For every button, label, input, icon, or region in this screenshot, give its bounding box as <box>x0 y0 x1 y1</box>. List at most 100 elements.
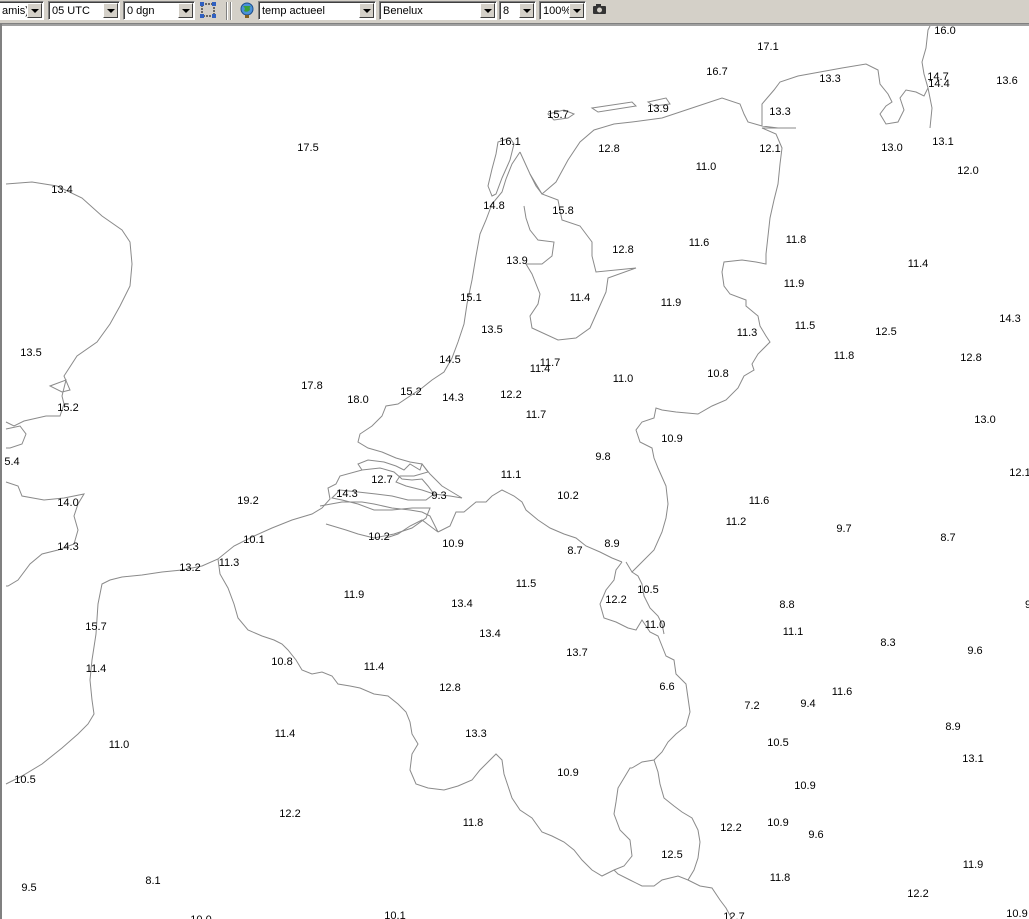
station-temperature-label: 12.2 <box>720 822 741 834</box>
station-temperature-label: 11.9 <box>963 859 984 871</box>
station-temperature-label: 12.8 <box>598 143 619 155</box>
station-temperature-label: 12.8 <box>960 352 981 364</box>
station-temperature-label: 8.7 <box>940 532 955 544</box>
station-temperature-label: 11.1 <box>501 469 522 481</box>
parameter-select[interactable]: temp actueel <box>258 1 376 20</box>
station-temperature-label: 11.0 <box>109 739 130 751</box>
station-temperature-label: 9.5 <box>21 882 36 894</box>
station-temperature-label: 10.9 <box>442 538 463 550</box>
station-temperature-label: 12.1 <box>759 143 780 155</box>
ijsselmeer-coast <box>523 173 637 341</box>
chevron-down-icon[interactable] <box>569 3 584 18</box>
chevron-down-icon[interactable] <box>178 3 193 18</box>
station-temperature-label: 9.7 <box>836 523 851 535</box>
station-temperature-label: 11.1 <box>783 626 804 638</box>
station-temperature-label: 8.7 <box>567 545 582 557</box>
station-temperature-label: 10.0 <box>190 914 211 919</box>
model-select[interactable]: amis) <box>0 1 44 20</box>
luxembourg-border <box>613 759 701 887</box>
station-temperature-label: 16.7 <box>706 66 727 78</box>
station-temperature-label: 10.9 <box>794 780 815 792</box>
station-temperature-label: 15.2 <box>400 386 421 398</box>
station-temperature-label: 14.0 <box>57 497 78 509</box>
station-temperature-label: 12.7 <box>371 474 392 486</box>
station-temperature-label: 11.0 <box>645 619 666 631</box>
station-temperature-label: 13.2 <box>179 562 200 574</box>
station-temperature-label: 15.8 <box>552 205 573 217</box>
station-temperature-label: 11.9 <box>661 297 682 309</box>
station-temperature-label: 11.6 <box>749 495 770 507</box>
station-temperature-label: 14.4 <box>928 78 949 90</box>
station-temperature-label: 9.6 <box>808 829 823 841</box>
station-temperature-label: 11.8 <box>770 872 791 884</box>
station-temperature-label: 16.0 <box>934 25 955 37</box>
station-temperature-label: 11.8 <box>786 234 807 246</box>
chevron-down-icon[interactable] <box>480 3 495 18</box>
station-temperature-label: 11.3 <box>219 557 240 569</box>
day-select[interactable]: 0 dgn <box>123 1 195 20</box>
map-view[interactable]: 16.0 17.1 16.7 13.3 14.7 14.4 13.6 15.7 13.9 13.3… <box>0 24 1029 919</box>
england-coastline <box>5 181 133 427</box>
be-nl-border <box>437 489 623 563</box>
station-temperature-label: 10.9 <box>661 433 682 445</box>
station-temperature-label: 9.3 <box>431 490 446 502</box>
station-temperature-label: 11.7 <box>526 409 547 421</box>
chevron-down-icon[interactable] <box>359 3 374 18</box>
chevron-down-icon[interactable] <box>27 3 42 18</box>
station-temperature-label: 11.9 <box>784 278 805 290</box>
station-temperature-label: 11.4 <box>275 728 296 740</box>
station-temperature-label: 13.6 <box>996 75 1017 87</box>
station-temperature-label: 17.5 <box>297 142 318 154</box>
station-temperature-label: 11.2 <box>726 516 747 528</box>
zoom-select[interactable]: 100% <box>539 1 586 20</box>
toolbar: amis) 05 UTC 0 dgn temp actueel Benelux <box>0 0 1029 24</box>
station-temperature-label: 11.5 <box>795 320 816 332</box>
station-temperature-label: 11.9 <box>344 589 365 601</box>
globe-button[interactable] <box>237 1 257 20</box>
station-temperature-label: 16.1 <box>499 136 520 148</box>
station-temperature-label: 13.9 <box>647 103 668 115</box>
station-temperature-label: 8.9 <box>945 721 960 733</box>
station-temperature-label: 11.6 <box>689 237 710 249</box>
station-temperature-label: 15.7 <box>547 109 568 121</box>
station-temperature-label: 10.2 <box>368 531 389 543</box>
station-temperature-label: 13.5 <box>20 347 41 359</box>
fr-be-border <box>217 558 633 877</box>
snapshot-button[interactable] <box>590 1 610 20</box>
station-temperature-label: 7.2 <box>744 700 759 712</box>
chevron-down-icon[interactable] <box>103 3 118 18</box>
station-temperature-label: 10.8 <box>271 656 292 668</box>
station-temperature-label: 13.1 <box>962 753 983 765</box>
fontsize-select[interactable]: 8 <box>499 1 536 20</box>
station-temperature-label: 11.4 <box>908 258 929 270</box>
station-temperature-label: 13.0 <box>881 142 902 154</box>
station-temperature-label: 8.8 <box>779 599 794 611</box>
station-temperature-label: 14.3 <box>442 392 463 404</box>
station-temperature-label: 10.5 <box>637 584 658 596</box>
station-temperature-label: 14.3 <box>57 541 78 553</box>
station-temperature-label: 11.5 <box>516 578 537 590</box>
station-temperature-label: 15.2 <box>57 402 78 414</box>
region-select[interactable]: Benelux <box>379 1 497 20</box>
coast-east <box>927 87 933 129</box>
toolbar-separator <box>230 2 232 20</box>
station-temperature-label: 13.9 <box>506 255 527 267</box>
station-temperature-label: 15.1 <box>460 292 481 304</box>
temperature-labels: 16.017.116.713.3 14.714.4 13.615.7 13.9 13.3… <box>4 25 1029 919</box>
chevron-down-icon[interactable] <box>519 3 534 18</box>
station-temperature-label: 10.9 <box>767 817 788 829</box>
select-area-button[interactable] <box>198 1 218 20</box>
terschelling <box>590 101 638 113</box>
select-area-icon <box>200 2 216 18</box>
station-temperature-label: 9.4 <box>800 698 815 710</box>
time-select[interactable]: 05 UTC <box>48 1 120 20</box>
station-temperature-label: 9.8 <box>595 451 610 463</box>
station-temperature-label: 10.9 <box>1006 908 1027 919</box>
station-temperature-label: 13.0 <box>974 414 995 426</box>
map-canvas[interactable]: 16.017.116.713.3 14.714.4 13.615.7 13.9 13.3… <box>2 24 1029 919</box>
station-temperature-label: 11.0 <box>696 161 717 173</box>
station-temperature-label: 10.8 <box>707 368 728 380</box>
station-temperature-label: 12.5 <box>875 326 896 338</box>
station-temperature-label: 11.4 <box>364 661 385 673</box>
station-temperature-label: 14.3 <box>999 313 1020 325</box>
